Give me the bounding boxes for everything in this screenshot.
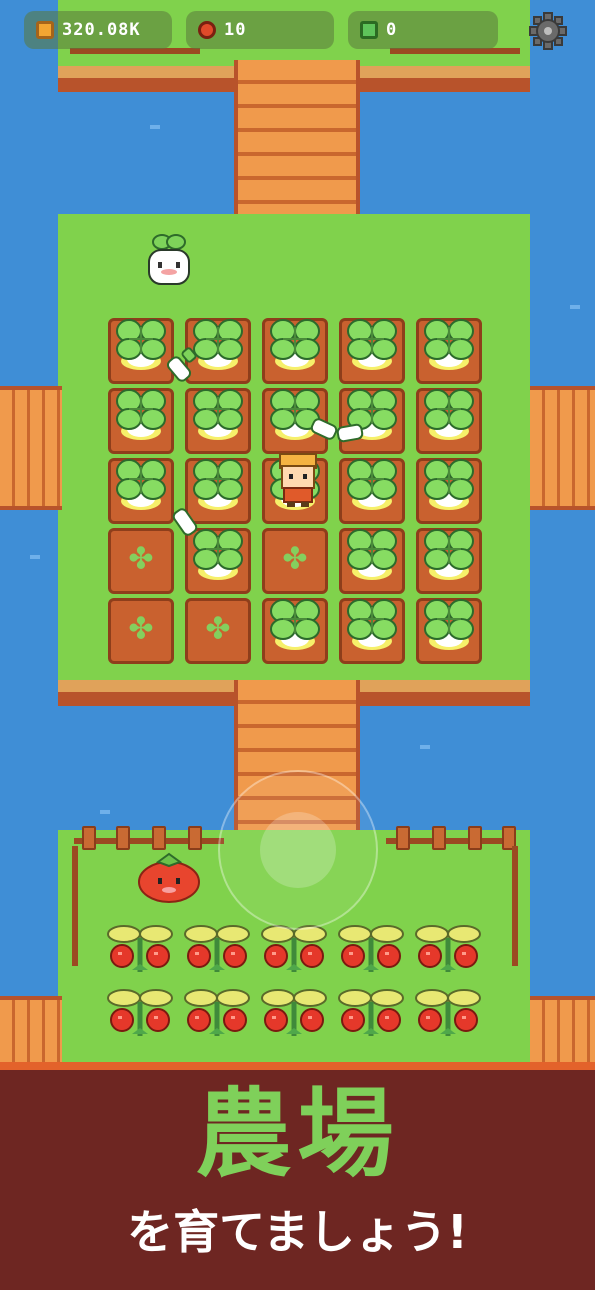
- turnip-mascot-icon[interactable]: [144, 228, 194, 290]
- seedling-icon: ✤: [205, 611, 231, 647]
- turnip-icon: [116, 459, 166, 510]
- turnip-plot-seedling[interactable]: ✤: [262, 528, 328, 594]
- water-ripple: [100, 810, 110, 814]
- turnip-icon: [116, 319, 166, 370]
- tomato-plant-icon[interactable]: [412, 920, 484, 982]
- turnip-icon: [116, 389, 166, 440]
- fence-post: [82, 826, 96, 850]
- turnip-plot-grown[interactable]: [416, 388, 482, 454]
- fence-post: [468, 826, 482, 850]
- flying-turnip-icon: [310, 418, 364, 443]
- turnip-icon: [424, 459, 474, 510]
- banner-subtitle: を育てましょう!: [127, 1205, 468, 1259]
- fence-post: [188, 826, 202, 850]
- bridge: [530, 996, 595, 1070]
- flying-turnip-icon: [166, 347, 197, 382]
- fence-post: [396, 826, 410, 850]
- turnip-icon: [347, 459, 397, 510]
- fence-post: [116, 826, 130, 850]
- coin-counter: 320.08K: [24, 11, 172, 49]
- gem-amount: 0: [386, 20, 398, 40]
- bridge: [234, 60, 360, 220]
- turnip-plot-seedling[interactable]: ✤: [108, 598, 174, 664]
- turnip-icon: [347, 529, 397, 580]
- farmer-character-icon[interactable]: [270, 452, 326, 508]
- water-ripple: [150, 125, 160, 129]
- turnip-icon: [270, 319, 320, 370]
- turnip-plot-grown[interactable]: [339, 318, 405, 384]
- gem-counter: 0: [348, 11, 498, 49]
- turnip-icon: [424, 389, 474, 440]
- banner-title: 農場: [195, 1078, 400, 1190]
- seedling-icon: ✤: [282, 541, 308, 577]
- turnip-icon: [193, 389, 243, 440]
- turnip-plot-grown[interactable]: [108, 388, 174, 454]
- tomato-plant-icon[interactable]: [258, 984, 330, 1046]
- turnip-icon: [424, 529, 474, 580]
- tomato-plant-icon[interactable]: [412, 984, 484, 1046]
- tomato-counter: 10: [186, 11, 334, 49]
- fence: [512, 846, 518, 966]
- turnip-plot-seedling[interactable]: ✤: [108, 528, 174, 594]
- water-ripple: [30, 555, 40, 559]
- bridge: [0, 386, 62, 510]
- water-ripple: [420, 745, 430, 749]
- turnip-icon: [424, 319, 474, 370]
- fence: [72, 846, 78, 966]
- turnip-icon: [424, 599, 474, 650]
- turnip-plot-grown[interactable]: [108, 318, 174, 384]
- fence-post: [432, 826, 446, 850]
- tomato-mascot-icon[interactable]: [136, 852, 202, 904]
- turnip-plot-grown[interactable]: [339, 528, 405, 594]
- tomato-icon: [198, 21, 216, 39]
- fence-post: [152, 826, 166, 850]
- tomato-plant-icon[interactable]: [181, 984, 253, 1046]
- turnip-plot-grown[interactable]: [185, 388, 251, 454]
- turnip-plot-grown[interactable]: [339, 458, 405, 524]
- tomato-plant-icon[interactable]: [104, 920, 176, 982]
- joystick-knob[interactable]: [260, 812, 336, 888]
- seedling-icon: ✤: [128, 611, 154, 647]
- turnip-plot-grown[interactable]: [416, 528, 482, 594]
- tomato-field[interactable]: [104, 920, 488, 1060]
- turnip-plot-seedling[interactable]: ✤: [185, 598, 251, 664]
- turnip-plot-grown[interactable]: [416, 458, 482, 524]
- turnip-icon: [270, 599, 320, 650]
- coin-amount: 320.08K: [62, 20, 141, 40]
- flying-turnip-icon: [172, 508, 198, 536]
- tomato-plant-icon[interactable]: [335, 920, 407, 982]
- turnip-plot-grown[interactable]: [339, 598, 405, 664]
- gem-icon: [360, 21, 378, 39]
- turnip-icon: [347, 319, 397, 370]
- turnip-icon: [347, 599, 397, 650]
- tomato-amount: 10: [224, 20, 247, 40]
- turnip-plot-grown[interactable]: [262, 318, 328, 384]
- water-ripple: [570, 305, 580, 309]
- virtual-joystick[interactable]: [218, 770, 378, 930]
- bridge: [530, 386, 595, 510]
- game-screen[interactable]: ✤ ✤ ✤ ✤ 320.08K 10 0 農場 を育てましょう!: [0, 0, 595, 1290]
- turnip-plot-grown[interactable]: [416, 598, 482, 664]
- turnip-plot-grown[interactable]: [416, 318, 482, 384]
- bridge: [0, 996, 62, 1070]
- tomato-plant-icon[interactable]: [104, 984, 176, 1046]
- coin-icon: [36, 21, 54, 39]
- tomato-plant-icon[interactable]: [335, 984, 407, 1046]
- turnip-plot-grown[interactable]: [108, 458, 174, 524]
- turnip-plot-grown[interactable]: [262, 598, 328, 664]
- seedling-icon: ✤: [128, 541, 154, 577]
- gear-icon[interactable]: [528, 11, 568, 51]
- tomato-plant-icon[interactable]: [181, 920, 253, 982]
